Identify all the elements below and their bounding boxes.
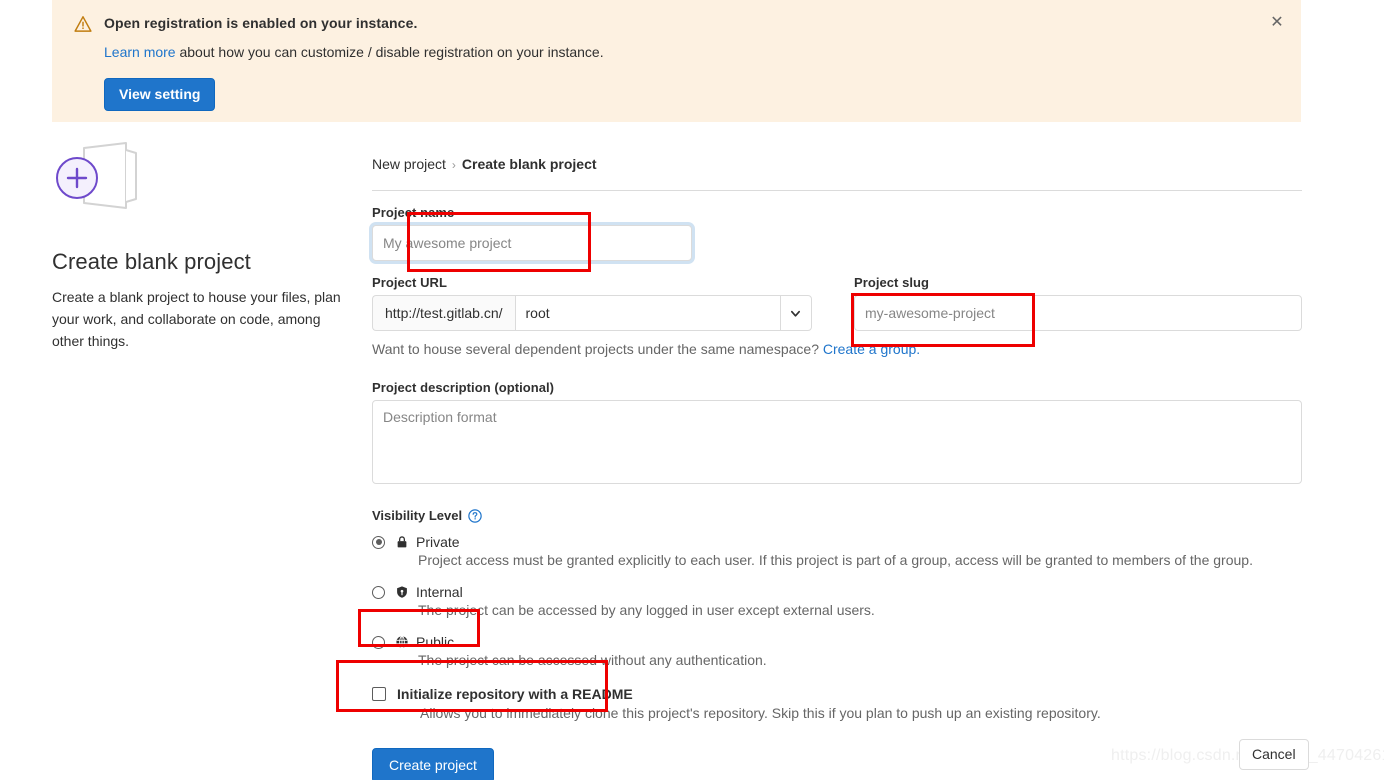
- visibility-internal-name: Internal: [416, 584, 463, 600]
- learn-more-link[interactable]: Learn more: [104, 44, 176, 60]
- alert-subtext: Learn more about how you can customize /…: [104, 43, 1283, 61]
- namespace-select[interactable]: root: [514, 295, 812, 331]
- namespace-selected-value: root: [525, 305, 550, 321]
- shield-icon: [397, 586, 407, 598]
- create-project-button[interactable]: Create project: [372, 748, 494, 780]
- project-description-textarea[interactable]: [372, 400, 1302, 484]
- project-name-group: Project name: [372, 205, 1302, 261]
- project-slug-group: Project slug: [854, 275, 1302, 331]
- breadcrumb-new-project[interactable]: New project: [372, 156, 446, 172]
- project-description-group: Project description (optional): [372, 380, 1302, 489]
- visibility-public-row: Public: [372, 634, 1302, 650]
- project-slug-label: Project slug: [854, 275, 930, 290]
- visibility-option-private[interactable]: Private Project access must be granted e…: [372, 534, 1302, 569]
- breadcrumb: New project › Create blank project: [372, 155, 1302, 174]
- visibility-radio-internal[interactable]: [372, 585, 385, 599]
- close-icon[interactable]: ✕: [1267, 13, 1287, 33]
- create-a-group-link[interactable]: Create a group.: [823, 341, 920, 357]
- page-title: Create blank project: [52, 249, 251, 274]
- chevron-down-icon: [791, 310, 800, 317]
- visibility-option-public[interactable]: Public The project can be accessed witho…: [372, 634, 1302, 669]
- project-url-prefix: http://test.gitlab.cn/: [372, 295, 515, 331]
- page-root: Open registration is enabled on your ins…: [0, 0, 1384, 780]
- namespace-help-prefix: Want to house several dependent projects…: [372, 341, 823, 357]
- initialize-readme-group[interactable]: Initialize repository with a README Allo…: [372, 686, 1302, 722]
- initialize-readme-description: Allows you to immediately clone this pro…: [420, 705, 1101, 721]
- alert-subtext-rest: about how you can customize / disable re…: [175, 44, 604, 60]
- project-url-input-group: http://test.gitlab.cn/ root: [372, 295, 812, 331]
- breadcrumb-current: Create blank project: [461, 156, 597, 172]
- namespace-help-text: Want to house several dependent projects…: [372, 340, 1302, 358]
- warning-triangle-icon: [74, 16, 92, 32]
- visibility-radio-public[interactable]: [372, 635, 385, 649]
- visibility-private-name: Private: [416, 534, 460, 550]
- alert-title: Open registration is enabled on your ins…: [104, 15, 418, 31]
- visibility-option-internal[interactable]: Internal The project can be accessed by …: [372, 584, 1302, 619]
- alert-title-row: Open registration is enabled on your ins…: [74, 14, 1283, 33]
- globe-icon: [396, 635, 408, 649]
- visibility-level-label: Visibility Level: [372, 508, 463, 523]
- breadcrumb-separator: ›: [451, 158, 456, 172]
- project-name-label: Project name: [372, 205, 455, 220]
- project-url-label: Project URL: [372, 275, 447, 290]
- initialize-readme-label: Initialize repository with a README: [397, 686, 633, 702]
- lock-icon: [397, 536, 407, 548]
- divider: [372, 190, 1302, 191]
- visibility-internal-row: Internal: [372, 584, 1302, 600]
- visibility-radio-private[interactable]: [372, 535, 385, 549]
- left-intro-panel: Create blank project Create a blank proj…: [52, 140, 352, 352]
- project-url-group: Project URL http://test.gitlab.cn/ root: [372, 275, 812, 331]
- view-setting-button[interactable]: View setting: [104, 78, 216, 111]
- visibility-internal-description: The project can be accessed by any logge…: [418, 602, 875, 618]
- visibility-level-group: Visibility Level Private Project access …: [372, 508, 1302, 669]
- question-circle-icon[interactable]: [468, 508, 482, 523]
- open-registration-alert: Open registration is enabled on your ins…: [52, 0, 1301, 122]
- visibility-private-row: Private: [372, 534, 1302, 550]
- project-name-input[interactable]: [372, 225, 692, 261]
- initialize-readme-row: Initialize repository with a README: [372, 686, 1302, 702]
- project-url-row: Project URL http://test.gitlab.cn/ root …: [372, 275, 1302, 331]
- visibility-level-label-row: Visibility Level: [372, 508, 1302, 523]
- new-project-form: New project › Create blank project Project…: [372, 155, 1302, 780]
- blank-project-icon: [56, 142, 137, 209]
- visibility-private-description: Project access must be granted explicitl…: [418, 552, 1253, 568]
- page-description: Create a blank project to house your fil…: [52, 289, 341, 349]
- visibility-public-name: Public: [416, 634, 455, 650]
- initialize-readme-checkbox[interactable]: [372, 687, 386, 701]
- cancel-button[interactable]: Cancel: [1239, 739, 1309, 770]
- visibility-public-description: The project can be accessed without any …: [418, 652, 767, 668]
- select-divider: [780, 296, 781, 330]
- project-slug-input[interactable]: [854, 295, 1302, 331]
- project-description-label: Project description (optional): [372, 380, 555, 395]
